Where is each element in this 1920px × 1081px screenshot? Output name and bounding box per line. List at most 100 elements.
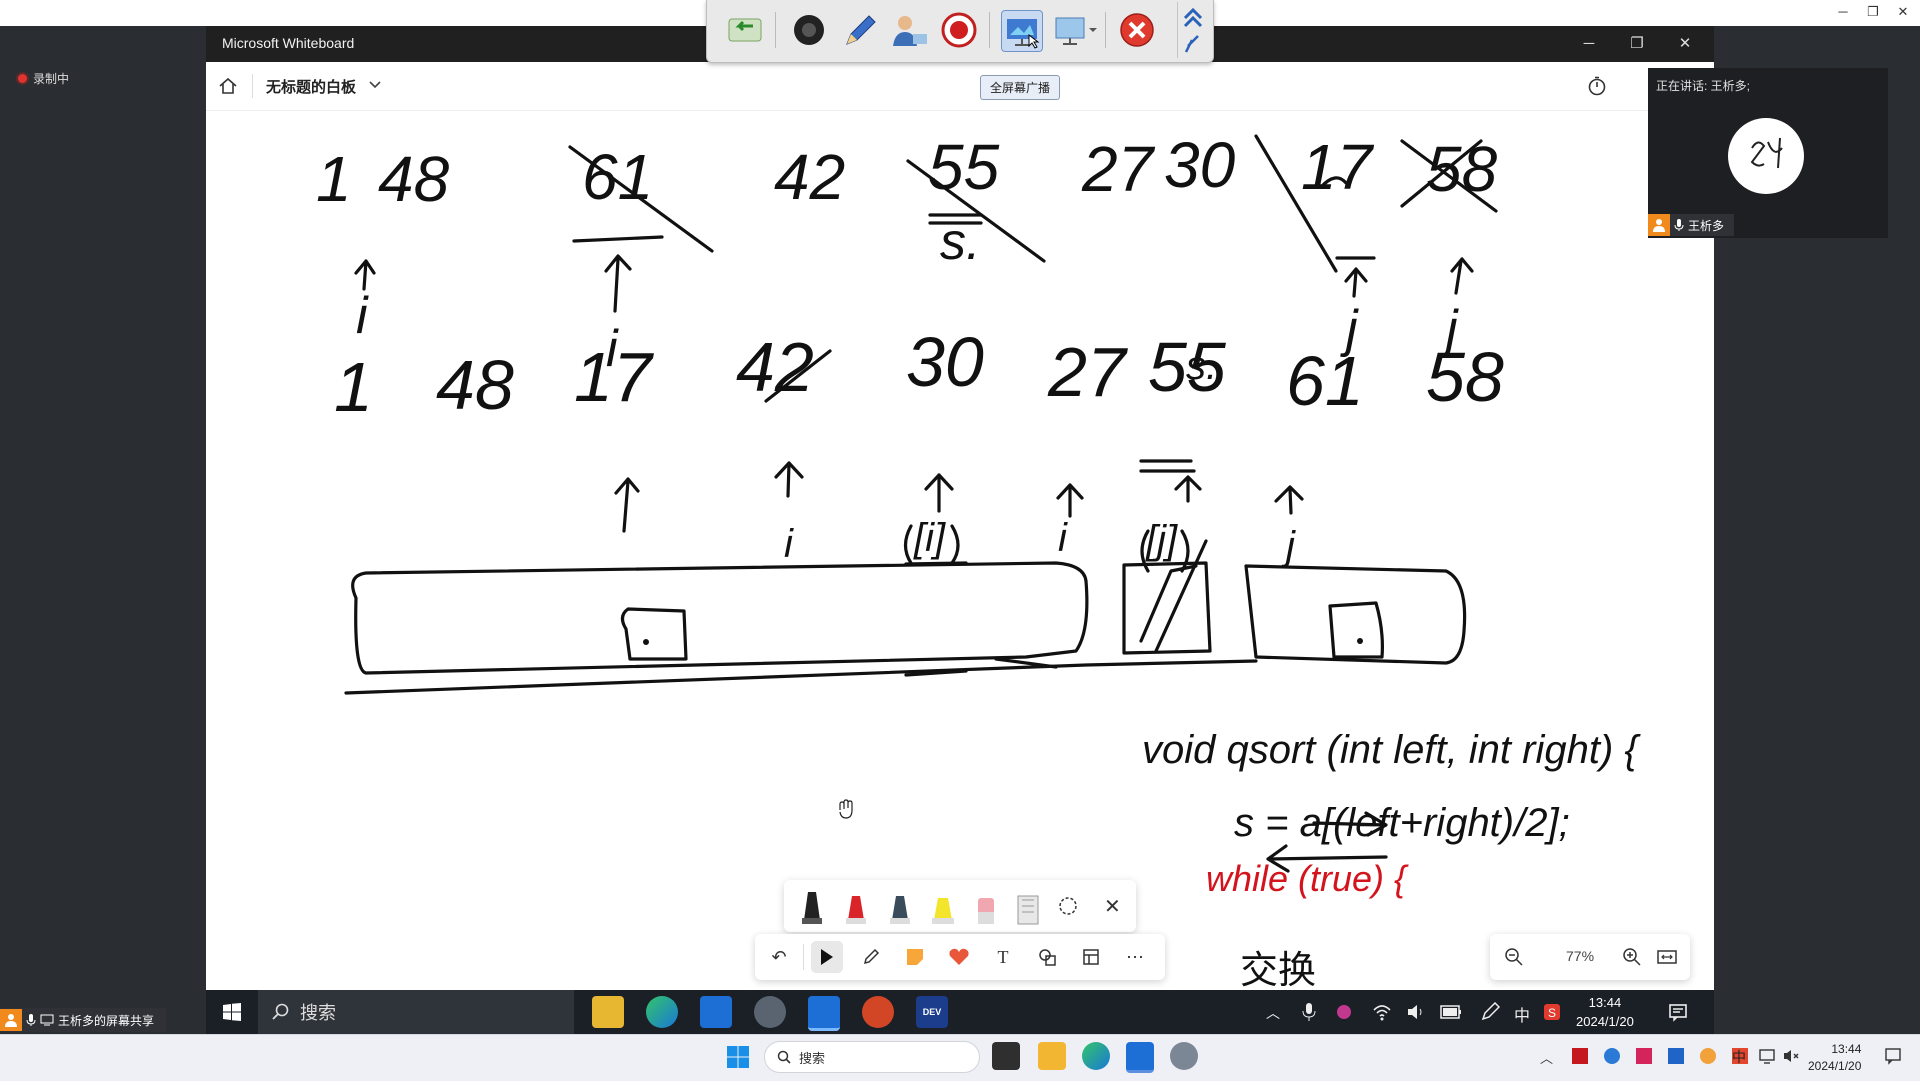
powerpoint-icon[interactable] [862,996,894,1028]
close-button[interactable]: ✕ [1662,26,1708,62]
file-explorer-icon[interactable] [592,996,624,1028]
return-icon[interactable] [725,10,765,50]
r1-n7: 17 [1301,131,1375,203]
broadcast-toolbar [706,0,1214,63]
wifi-icon[interactable] [1372,1002,1392,1022]
notification-icon[interactable] [1668,1002,1688,1022]
zoom-in-icon[interactable] [1622,947,1642,967]
monitor-icon[interactable] [1051,10,1101,50]
r2-mark-3: [j] [1145,518,1178,562]
undo-icon[interactable]: ↶ [763,941,795,973]
app-tray-icon[interactable] [1334,1002,1354,1022]
edge-icon[interactable] [646,996,678,1028]
close-icon[interactable]: ✕ [1104,894,1121,919]
whiteboard-app-icon[interactable] [700,996,732,1028]
close-icon[interactable] [1117,10,1157,50]
board-name[interactable]: 无标题的白板 [266,76,356,97]
outer-close-button[interactable]: ✕ [1888,2,1918,22]
student-icon[interactable] [889,10,929,50]
search-icon [272,1003,289,1020]
broadcast-icon[interactable] [1001,10,1043,52]
chevron-down-icon[interactable] [366,75,384,93]
outer-minimize-button[interactable]: ─ [1828,2,1858,22]
code-line-3: 交换 [1240,950,1316,990]
timer-icon[interactable] [1586,75,1608,97]
ime-indicator[interactable]: 中 [1514,1002,1530,1026]
volume-icon[interactable] [1406,1002,1426,1022]
home-icon[interactable] [218,76,238,96]
mic-icon[interactable] [1302,1002,1316,1022]
shapes-icon[interactable] [1031,941,1063,973]
ruler-icon[interactable] [1017,895,1039,925]
r2-n5: 27 [1047,333,1129,411]
outer-date: 2024/1/20 [1808,1059,1862,1073]
record-dot-icon [18,74,27,83]
volume-mute-icon[interactable] [1782,1047,1800,1065]
mic-icon [1674,219,1684,231]
minimize-button[interactable]: ─ [1566,26,1612,62]
pen-icon[interactable] [839,10,879,50]
whiteboard-app-icon[interactable] [1126,1042,1154,1073]
r2-n2: 17 [574,338,655,416]
sogou-icon[interactable]: S [1542,1002,1562,1022]
notification-icon[interactable] [1884,1047,1902,1065]
outer-restore-button[interactable]: ❐ [1858,2,1888,22]
pen-icon[interactable] [855,941,887,973]
taskbar-search[interactable]: 搜索 [764,1041,980,1073]
blue-pen-icon[interactable] [890,896,910,924]
template-icon[interactable] [1075,941,1107,973]
black-pen-icon[interactable] [802,892,822,924]
windows-start-icon[interactable] [222,1002,242,1022]
app-tray-icon-2[interactable] [1604,1048,1620,1064]
broadcast-tooltip: 全屏幕广播 [980,75,1061,100]
taskbar-search[interactable]: 搜索 [258,990,574,1034]
windows-start-icon[interactable] [726,1045,750,1069]
highlighter-icon[interactable] [932,898,954,924]
whiteboard-active-icon[interactable] [808,996,840,1031]
reaction-icon[interactable] [943,941,975,973]
text-icon[interactable]: T [987,941,1019,973]
red-pen-icon[interactable] [846,896,866,924]
speaker-label: 正在讲话: 王析多; [1656,79,1751,93]
sticky-note-icon[interactable] [899,941,931,973]
file-explorer-icon[interactable] [1038,1042,1066,1070]
speaker-name: 王析多 [1688,218,1725,233]
network-icon[interactable] [1758,1047,1776,1065]
settings-icon[interactable] [1170,1042,1198,1070]
inner-clock[interactable]: 13:44 2024/1/20 [1576,993,1634,1031]
speaker-panel: 正在讲话: 王析多; 王析多 [1648,68,1888,238]
app-tray-icon-3[interactable] [1636,1048,1652,1064]
app-icon[interactable] [754,996,786,1028]
outer-clock[interactable]: 13:44 2024/1/20 [1808,1041,1861,1075]
app-tray-icon[interactable] [1572,1048,1588,1064]
r1-mark-i0: i [356,287,369,345]
r2-mark-0: i [784,522,794,566]
chevron-up-icon[interactable] [1178,2,1208,58]
tray-chevron-up-icon[interactable]: ︿ [1266,1003,1280,1023]
tray-chevron-up-icon[interactable]: ︿ [1540,1048,1553,1067]
record-icon[interactable] [939,10,979,50]
pen-tray-icon[interactable] [1480,1002,1500,1022]
zoom-out-icon[interactable] [1504,947,1524,967]
lasso-icon[interactable] [1059,897,1077,915]
r1-n8: 58 [1426,133,1498,205]
fit-to-screen-icon[interactable] [1656,947,1678,967]
dev-cpp-icon[interactable]: DEV [916,996,948,1028]
ime-indicator[interactable]: 中 [1732,1047,1746,1067]
bluetooth-icon[interactable] [1668,1048,1684,1064]
more-icon[interactable]: ⋯ [1119,941,1151,973]
outer-taskbar: 搜索 ︿ 中 13:44 2024/1/20 [0,1034,1920,1081]
zoom-level[interactable]: 77% [1566,948,1594,964]
battery-icon[interactable] [1440,1004,1462,1020]
eraser-icon[interactable] [978,898,994,924]
r2-n3: 42 [736,328,814,406]
app-tray-icon-4[interactable] [1700,1048,1716,1064]
task-view-icon[interactable] [992,1042,1020,1070]
speaker-name-tag: 王析多 [1648,214,1735,236]
maximize-button[interactable]: ❐ [1614,26,1660,62]
code-line-0: void qsort (int left, int right) { [1142,728,1641,772]
camera-icon[interactable] [789,10,829,50]
whiteboard-canvas[interactable]: 1 48 61 42 55 27 30 17 58 i i s. j j 1 4… [206,111,1714,990]
select-icon[interactable] [811,941,843,973]
edge-icon[interactable] [1082,1042,1110,1070]
